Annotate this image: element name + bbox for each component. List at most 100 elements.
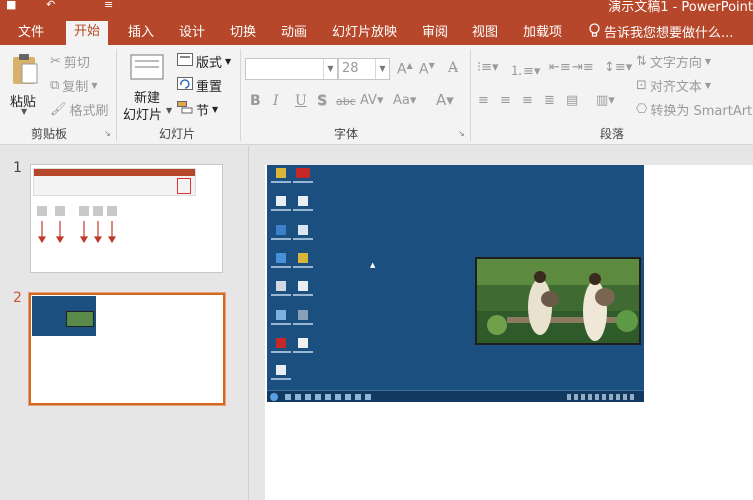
text-shadow-icon[interactable]: S: [317, 93, 327, 109]
clear-formatting-icon[interactable]: A̶: [448, 60, 458, 76]
layout-button[interactable]: 版式 ▼: [177, 52, 231, 71]
clipboard-launcher-icon[interactable]: ↘: [104, 129, 111, 138]
desktop-taskbar: [267, 390, 644, 402]
tab-insert[interactable]: 插入: [120, 22, 162, 45]
font-name-dropdown[interactable]: ▼: [245, 58, 338, 80]
tab-file[interactable]: 文件: [10, 22, 52, 45]
slide-number-1: 1: [13, 160, 22, 176]
text-direction-button[interactable]: ⇅ 文字方向 ▼: [636, 52, 711, 71]
thumbnail-1-arrows-preview: [37, 221, 117, 244]
decrease-indent-icon[interactable]: ⇤≡: [549, 60, 571, 75]
thumbnail-2-desktop-preview: [32, 296, 96, 336]
text-direction-icon: ⇅: [636, 54, 647, 69]
cut-button[interactable]: ✂ 剪切: [50, 52, 90, 71]
section-dropdown-icon: ▼: [212, 105, 219, 114]
text-direction-dropdown-icon: ▼: [704, 57, 712, 66]
customize-quick-access-icon[interactable]: ≡: [104, 0, 113, 11]
font-size-value: 28: [342, 61, 359, 76]
align-text-dropdown-icon: ▼: [704, 81, 712, 90]
font-group-label: 字体: [334, 127, 359, 141]
format-painter-label: 格式刷: [69, 104, 109, 119]
align-text-button[interactable]: ⊡ 对齐文本 ▼: [636, 76, 711, 95]
font-color-icon[interactable]: A▾: [436, 91, 454, 109]
bold-icon[interactable]: B: [250, 93, 261, 109]
bullets-icon[interactable]: ⁝≡▾: [477, 60, 499, 75]
reset-label: 重置: [196, 80, 223, 95]
tab-slideshow[interactable]: 幻灯片放映: [324, 22, 405, 45]
pane-splitter[interactable]: [248, 146, 265, 500]
font-size-dropdown[interactable]: 28 ▼: [338, 58, 390, 80]
slides-group-label: 幻灯片: [159, 127, 196, 141]
undo-icon[interactable]: ↶: [46, 0, 55, 11]
paste-dropdown-icon: ▼: [21, 107, 28, 116]
line-spacing-icon[interactable]: ↕≡▾: [604, 60, 632, 75]
window-title: 演示文稿1 - PowerPoint: [608, 0, 753, 15]
new-slide-label-line2: 幻灯片: [123, 108, 163, 123]
tab-home[interactable]: 开始: [66, 21, 109, 45]
layout-label: 版式: [196, 56, 223, 71]
group-divider: [116, 49, 117, 141]
align-right-icon[interactable]: ≡: [522, 93, 533, 108]
copy-label: 复制: [62, 80, 89, 95]
copy-icon: ⧉: [50, 78, 60, 93]
mouse-cursor-icon: ▲: [370, 261, 376, 269]
tab-addins[interactable]: 加载项: [515, 22, 570, 45]
save-icon[interactable]: ■: [6, 0, 16, 11]
italic-icon[interactable]: I: [273, 93, 279, 109]
tab-transitions[interactable]: 切换: [222, 22, 264, 45]
ribbon-tabs: 文件 开始 插入 设计 切换 动画 幻灯片放映 审阅 视图 加载项 告诉我您想要…: [0, 18, 753, 45]
tell-me-text: 告诉我您想要做什么...: [604, 26, 734, 41]
reset-button[interactable]: 重置: [177, 76, 222, 95]
brush-icon: 🖌: [50, 102, 67, 117]
new-slide-icon: [130, 54, 164, 84]
underline-icon[interactable]: U: [295, 93, 307, 109]
copy-button[interactable]: ⧉ 复制 ▼: [50, 76, 97, 95]
align-center-icon[interactable]: ≡: [500, 93, 511, 108]
clipboard-icon: [11, 53, 39, 89]
lightbulb-icon: [588, 22, 601, 45]
text-direction-label: 文字方向: [649, 56, 702, 71]
ribbon: 粘贴 ▼ ✂ 剪切 ⧉ 复制 ▼ 🖌 格式刷 剪贴板 ↘ 新建 幻灯片 ▼ 版式…: [0, 45, 753, 145]
columns-icon[interactable]: ▥▾: [596, 93, 615, 108]
slide-thumbnail-2[interactable]: [29, 293, 225, 405]
strikethrough-icon[interactable]: abc: [336, 95, 356, 108]
layout-dropdown-icon: ▼: [225, 57, 232, 66]
tab-design[interactable]: 设计: [171, 22, 213, 45]
section-icon: [177, 101, 193, 118]
paste-button[interactable]: 粘贴 ▼: [8, 51, 42, 116]
tab-animations[interactable]: 动画: [273, 22, 315, 45]
align-left-icon[interactable]: ≡: [478, 93, 489, 108]
section-button[interactable]: 节 ▼: [177, 100, 218, 119]
desktop-screenshot-image[interactable]: ▲: [267, 165, 644, 402]
convert-smartart-label: 转换为 SmartArt: [650, 104, 753, 119]
scissors-icon: ✂: [50, 54, 61, 69]
slide-thumbnail-1[interactable]: [30, 164, 223, 273]
distributed-icon[interactable]: ▤: [566, 93, 578, 108]
paragraph-group-label: 段落: [600, 127, 625, 141]
font-launcher-icon[interactable]: ↘: [458, 129, 465, 138]
slide-number-2: 2: [13, 290, 22, 306]
tell-me-box[interactable]: 告诉我您想要做什么...: [580, 22, 741, 45]
new-slide-dropdown-icon: ▼: [166, 106, 173, 115]
clipboard-group-label: 剪贴板: [31, 127, 68, 141]
group-divider: [240, 49, 241, 141]
format-painter-button[interactable]: 🖌 格式刷: [50, 100, 109, 119]
font-name-arrow-icon: ▼: [323, 59, 337, 79]
tab-view[interactable]: 视图: [464, 22, 506, 45]
align-text-label: 对齐文本: [649, 80, 702, 95]
grow-font-icon[interactable]: A▲: [397, 61, 413, 78]
numbering-icon[interactable]: ⒈≡▾: [510, 60, 540, 79]
font-size-arrow-icon: ▼: [375, 59, 389, 79]
change-case-icon[interactable]: Aa▾: [393, 93, 416, 108]
increase-indent-icon[interactable]: ⇥≡: [572, 60, 594, 75]
shrink-font-icon[interactable]: A▼: [419, 61, 435, 78]
smartart-icon: ⎔: [636, 102, 648, 117]
justify-icon[interactable]: ≣: [544, 93, 555, 108]
reset-icon: [177, 77, 193, 94]
new-slide-button[interactable]: 新建 幻灯片 ▼: [122, 51, 173, 123]
garden-photo: [475, 257, 641, 345]
character-spacing-icon[interactable]: AV▾: [360, 93, 383, 108]
layout-icon: [177, 53, 193, 70]
convert-smartart-button[interactable]: ⎔ 转换为 SmartArt: [636, 100, 752, 119]
tab-review[interactable]: 审阅: [414, 22, 456, 45]
